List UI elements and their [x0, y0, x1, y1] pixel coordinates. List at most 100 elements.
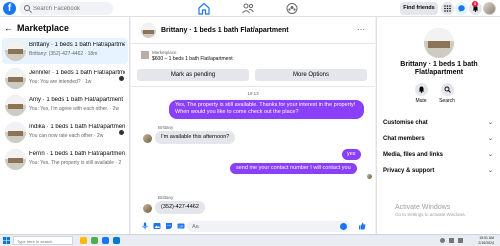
sender-avatar[interactable] — [143, 204, 152, 213]
mute-label: Mute — [415, 98, 427, 104]
search-input[interactable] — [33, 4, 109, 13]
row-label: Customise chat — [383, 120, 428, 126]
mark-as-pending-button[interactable]: Mark as pending — [137, 69, 249, 81]
chevron-down-icon: ⌄ — [487, 136, 493, 142]
listing-title[interactable]: $600 – 1 beds 1 bath Flat/apartment — [152, 56, 233, 62]
search-icon — [24, 5, 30, 11]
microphone-icon[interactable] — [141, 222, 149, 230]
conversation-item[interactable]: Amy · 1 beds 1 bath Flat/apartment You: … — [2, 93, 128, 119]
find-friends-button[interactable]: Find friends — [400, 2, 438, 15]
conversation-preview: You: You are intended? · 1w — [29, 79, 92, 85]
clock-date: 2/16/2024 — [478, 240, 494, 245]
file-explorer-icon[interactable] — [80, 237, 87, 244]
activate-windows-subtext: Go to Settings to activate Windows. — [395, 212, 467, 217]
conversation-item[interactable]: Jennifer · 1 beds 1 bath Flat/apartment … — [2, 66, 128, 92]
taskbar-search-input[interactable] — [17, 238, 71, 244]
svg-text:GIF: GIF — [179, 224, 184, 228]
listing-thumbnail — [5, 122, 26, 143]
sender-name: Brittany — [158, 125, 174, 130]
image-icon[interactable] — [153, 222, 161, 230]
conversation-item[interactable]: Brittany · 1 beds 1 bath Flat/apartment … — [2, 38, 128, 64]
groups-icon[interactable] — [285, 2, 299, 15]
media-files-links-row[interactable]: Media, files and links ⌄ — [383, 150, 495, 160]
panel-header: ← Marketplace — [4, 23, 69, 33]
conversation-preview: You: Yes, I'm agree with each other. · 2… — [29, 106, 119, 112]
taskbar-search[interactable] — [13, 236, 73, 245]
listing-thumbnail — [5, 68, 26, 89]
bell-icon — [418, 86, 424, 93]
friends-icon[interactable] — [241, 2, 255, 15]
more-options-button[interactable]: More Options — [255, 69, 367, 81]
mute-button[interactable]: Mute — [409, 83, 433, 104]
more-options-icon[interactable]: ⋯ — [355, 25, 367, 37]
listing-card: Marketplace $600 – 1 beds 1 bath Flat/ap… — [131, 45, 375, 87]
chevron-down-icon: ⌄ — [487, 152, 493, 158]
arrow-left-icon[interactable]: ← — [4, 23, 13, 33]
privacy-support-row[interactable]: Privacy & support ⌄ — [383, 166, 495, 176]
unread-indicator — [119, 130, 124, 135]
chevron-down-icon: ⌄ — [487, 168, 493, 174]
thumbs-up-icon[interactable] — [358, 222, 366, 230]
conversation-preview: You: Yes, The property is still availabl… — [29, 160, 121, 166]
search-label: Search — [439, 98, 455, 104]
emoji-icon[interactable] — [340, 223, 347, 230]
panel-title: Marketplace — [17, 23, 70, 33]
battery-icon[interactable] — [458, 238, 463, 243]
marketplace-label: Marketplace — [152, 50, 177, 55]
facebook-logo[interactable]: f — [3, 2, 16, 15]
conversation-info-panel: Brittany · 1 beds 1 bath Flat/apartment … — [376, 17, 500, 234]
message-composer: GIF — [131, 220, 375, 234]
conversation-preview: Brittany: (352)-427-4462 · 18m — [29, 51, 98, 57]
notification-count-badge: 3 — [472, 1, 478, 7]
incoming-message[interactable]: (352)-427-4462 — [155, 201, 205, 214]
search-icon — [444, 86, 451, 93]
listing-thumbnail — [5, 40, 26, 61]
customise-chat-row[interactable]: Customise chat ⌄ — [383, 118, 495, 128]
listing-thumbnail — [5, 149, 26, 170]
sticker-icon[interactable] — [165, 222, 173, 230]
conversation-title: Brittany · 1 beds 1 bath Flat/apartment — [29, 42, 125, 48]
outgoing-message[interactable]: send me your contact number I will conta… — [230, 163, 357, 174]
search-in-conversation-button[interactable]: Search — [435, 83, 459, 104]
conversation-item[interactable]: Indika · 1 beds 1 bath Flat/apartment Yo… — [2, 120, 128, 146]
messenger-icon — [458, 5, 465, 12]
windows-start-icon[interactable] — [3, 237, 10, 244]
edge-icon[interactable] — [113, 237, 120, 244]
row-label: Chat members — [383, 136, 425, 142]
menu-grid-button[interactable] — [441, 2, 454, 15]
home-icon[interactable] — [197, 2, 211, 15]
unread-indicator — [119, 76, 124, 81]
windows-taskbar: 19:51 AM 2/16/2024 — [0, 234, 500, 245]
app-icon[interactable] — [102, 237, 109, 244]
incoming-message[interactable]: I'm available this afternoon? — [155, 131, 236, 144]
top-navigation-bar: f Find friends 3 — [0, 0, 500, 17]
chat-title[interactable]: Brittany · 1 beds 1 bath Flat/apartment — [161, 27, 289, 34]
listing-thumbnail[interactable] — [141, 23, 156, 38]
system-clock[interactable]: 19:51 AM 2/16/2024 — [470, 236, 494, 245]
message-input-box[interactable] — [187, 221, 350, 232]
messenger-button[interactable] — [455, 2, 468, 15]
volume-icon[interactable] — [449, 238, 454, 243]
row-label: Media, files and links — [383, 152, 444, 158]
profile-avatar[interactable] — [483, 2, 496, 15]
search-bar[interactable] — [19, 2, 113, 15]
message-timestamp: 19:13 — [247, 91, 259, 96]
message-input[interactable] — [192, 222, 332, 231]
listing-thumbnail — [5, 95, 26, 116]
grid-icon — [444, 5, 451, 12]
listing-avatar[interactable] — [424, 28, 454, 58]
sender-avatar[interactable] — [143, 134, 152, 143]
chat-window: Brittany · 1 beds 1 bath Flat/apartment … — [131, 17, 375, 234]
conversation-title: Jennifer · 1 beds 1 bath Flat/apartment — [29, 70, 125, 76]
outgoing-message[interactable]: Yes, The property is still available. Th… — [169, 100, 364, 119]
chrome-icon[interactable] — [91, 237, 98, 244]
outgoing-message[interactable]: yes — [342, 149, 361, 160]
marketplace-conversations-panel: ← Marketplace Brittany · 1 beds 1 bath Fl… — [0, 17, 130, 234]
chevron-down-icon: ⌄ — [487, 120, 493, 126]
gif-icon[interactable]: GIF — [177, 222, 185, 230]
network-icon[interactable] — [440, 238, 445, 243]
conversation-item[interactable]: Ferrin · 1 beds 1 bath Flat/apartment Yo… — [2, 147, 128, 173]
chat-header: Brittany · 1 beds 1 bath Flat/apartment … — [131, 17, 375, 44]
chat-members-row[interactable]: Chat members ⌄ — [383, 134, 495, 144]
conversation-preview: You can now rate each other · 2w — [29, 133, 104, 139]
